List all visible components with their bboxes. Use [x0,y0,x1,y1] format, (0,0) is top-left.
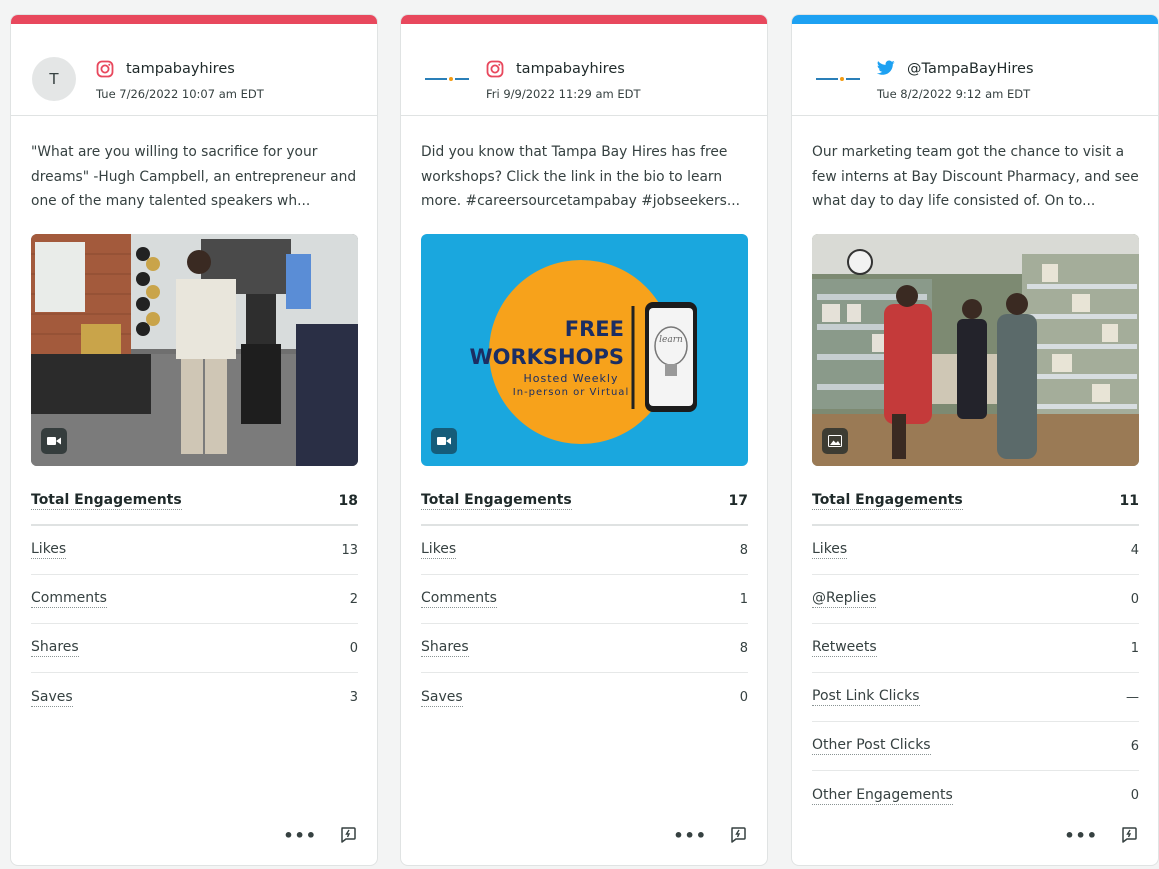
metric-label[interactable]: Total Engagements [812,492,963,510]
post-text: "What are you willing to sacrifice for y… [31,144,357,209]
metric-label[interactable]: Likes [421,541,457,559]
metric-row-comments: Comments 2 [31,575,358,624]
metric-value: 8 [739,640,748,656]
instagram-icon [96,60,114,78]
metric-label[interactable]: Comments [31,590,107,608]
metric-row-likes: Likes 13 [31,526,358,575]
metric-value: 0 [1130,788,1139,803]
metric-label[interactable]: Total Engagements [421,492,572,510]
post-text: Did you know that Tampa Bay Hires has fr… [421,144,740,209]
metric-label[interactable]: Total Engagements [31,492,182,510]
metric-label[interactable]: Shares [421,639,469,657]
post-card-3: @TampaBayHires Tue 8/2/2022 9:12 am EDT … [791,14,1159,866]
metric-value: 1 [739,591,748,607]
metric-label[interactable]: Retweets [812,639,877,657]
metric-value: 0 [739,690,748,705]
metric-label[interactable]: Comments [421,590,497,608]
post-timestamp: Tue 7/26/2022 10:07 am EDT [96,87,264,101]
twitter-icon [877,60,895,78]
metric-value: 0 [349,640,358,656]
pharmacy-photo [812,234,1139,466]
metric-value: — [1126,689,1139,705]
metric-label[interactable]: Other Post Clicks [812,737,931,755]
engagement-metrics: Total Engagements 17 Likes 8 Comments 1 … [421,477,748,722]
account-name[interactable]: tampabayhires [126,61,235,77]
metric-row-other-post-clicks: Other Post Clicks 6 [812,722,1139,771]
metric-label[interactable]: Shares [31,639,79,657]
free-text: FREE [565,317,624,341]
metric-row-comments: Comments 1 [421,575,748,624]
metric-row-shares: Shares 8 [421,624,748,673]
card-header: T tampabayhires Tue 7/26/2022 10:07 am E… [11,24,377,116]
account-name[interactable]: tampabayhires [516,61,625,77]
post-media[interactable] [812,234,1139,466]
metric-row-other-engagements: Other Engagements 0 [812,771,1139,820]
metric-row-post-link-clicks: Post Link Clicks — [812,673,1139,722]
metric-label[interactable]: Likes [812,541,848,559]
post-timestamp: Fri 9/9/2022 11:29 am EDT [486,87,641,101]
post-photo [31,234,358,466]
network-color-bar [792,15,1158,24]
metric-row-saves: Saves 0 [421,673,748,722]
video-icon [431,428,457,454]
more-options-icon[interactable]: ••• [1064,828,1098,844]
account-name[interactable]: @TampaBayHires [907,61,1034,77]
spark-reply-icon[interactable] [729,825,747,847]
metric-row-likes: Likes 8 [421,526,748,575]
post-text: Our marketing team got the chance to vis… [812,144,1139,209]
metric-row-saves: Saves 3 [31,673,358,722]
network-color-bar [401,15,767,24]
avatar[interactable]: T [32,57,76,101]
phone-word: learn [659,335,683,345]
metric-value: 17 [728,492,748,509]
image-icon [822,428,848,454]
metric-row-total-engagements: Total Engagements 18 [31,477,358,526]
metric-value: 0 [1130,591,1139,607]
engagement-metrics: Total Engagements 18 Likes 13 Comments 2… [31,477,358,722]
metric-row-retweets: Retweets 1 [812,624,1139,673]
brand-logo-avatar[interactable] [422,64,474,94]
post-media[interactable] [31,234,358,466]
metric-value: 13 [341,542,358,558]
metric-value: 11 [1119,492,1139,509]
network-color-bar [11,15,377,24]
metric-row-replies: @Replies 0 [812,575,1139,624]
metric-value: 4 [1130,542,1139,558]
engagement-metrics: Total Engagements 11 Likes 4 @Replies 0 … [812,477,1139,820]
metric-label[interactable]: Other Engagements [812,787,953,805]
post-media[interactable]: learn FREE WORKSHOPS Hosted Weekly In-pe… [421,234,748,466]
workshops-text: WORKSHOPS [469,345,624,369]
metric-value: 3 [349,690,358,705]
instagram-icon [486,60,504,78]
metric-row-shares: Shares 0 [31,624,358,673]
metric-value: 18 [338,492,358,509]
hosted-weekly-text: Hosted Weekly [524,372,619,385]
metric-row-total-engagements: Total Engagements 11 [812,477,1139,526]
metric-label[interactable]: Saves [31,689,73,707]
metric-value: 1 [1130,640,1139,656]
metric-value: 8 [739,542,748,558]
spark-reply-icon[interactable] [339,825,357,847]
more-options-icon[interactable]: ••• [283,828,317,844]
post-card-1: T tampabayhires Tue 7/26/2022 10:07 am E… [10,14,378,866]
metric-label[interactable]: Saves [421,689,463,707]
metric-row-likes: Likes 4 [812,526,1139,575]
metric-label[interactable]: @Replies [812,590,877,608]
metric-label[interactable]: Likes [31,541,67,559]
metric-row-total-engagements: Total Engagements 17 [421,477,748,526]
in-person-text: In-person or Virtual [513,387,629,398]
metric-label[interactable]: Post Link Clicks [812,688,920,706]
card-header: tampabayhires Fri 9/9/2022 11:29 am EDT [401,24,767,116]
metric-value: 2 [349,591,358,607]
post-card-2: tampabayhires Fri 9/9/2022 11:29 am EDT … [400,14,768,866]
metric-value: 6 [1130,738,1139,754]
more-options-icon[interactable]: ••• [673,828,707,844]
card-header: @TampaBayHires Tue 8/2/2022 9:12 am EDT [792,24,1158,116]
video-icon [41,428,67,454]
brand-logo-avatar[interactable] [813,64,865,94]
spark-reply-icon[interactable] [1120,825,1138,847]
post-timestamp: Tue 8/2/2022 9:12 am EDT [877,87,1031,101]
workshop-graphic: learn FREE WORKSHOPS Hosted Weekly In-pe… [421,234,748,466]
